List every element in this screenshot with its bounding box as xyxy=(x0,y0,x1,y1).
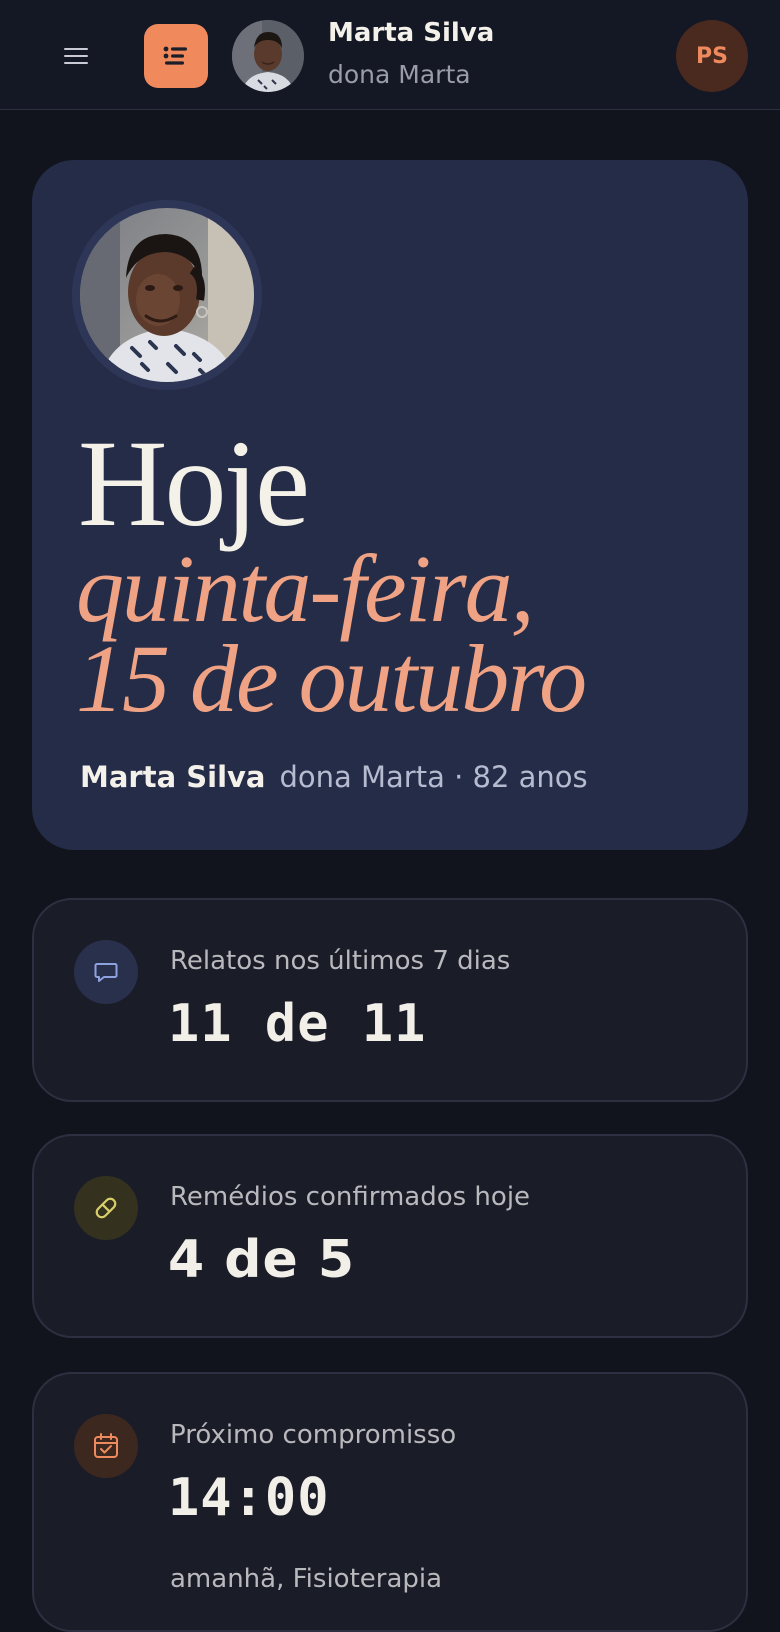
list-button[interactable] xyxy=(144,24,208,88)
reports-value: 11 de 11 xyxy=(168,994,427,1054)
patient-nickname: dona Marta xyxy=(328,60,471,89)
hero-date: quinta-feira, 15 de outubro xyxy=(76,535,587,732)
pill-icon xyxy=(74,1176,138,1240)
next-appointment-time: 14:00 xyxy=(168,1468,330,1528)
hero-patient-meta: Marta Silva dona Marta · 82 anos xyxy=(80,760,588,794)
next-appointment-detail: amanhã, Fisioterapia xyxy=(170,1564,443,1594)
reports-label: Relatos nos últimos 7 dias xyxy=(170,946,511,976)
medications-value: 4 de 5 xyxy=(168,1230,356,1290)
hero-date-weekday: quinta-feira, xyxy=(76,535,535,642)
hero-date-day-month: 15 de outubro xyxy=(76,625,587,732)
reports-card[interactable]: Relatos nos últimos 7 dias 11 de 11 xyxy=(32,898,748,1102)
hero-patient-details: dona Marta · 82 anos xyxy=(279,760,588,794)
list-icon xyxy=(163,46,187,65)
chat-bubble-icon xyxy=(74,940,138,1004)
hero-patient-name: Marta Silva xyxy=(80,760,266,794)
calendar-check-icon xyxy=(74,1414,138,1478)
hamburger-menu-icon[interactable] xyxy=(56,41,96,71)
top-bar: Marta Silva dona Marta PS xyxy=(0,0,780,110)
patient-name: Marta Silva xyxy=(328,18,495,48)
next-appointment-card[interactable]: Próximo compromisso 14:00 amanhã, Fisiot… xyxy=(32,1372,748,1632)
patient-photo xyxy=(80,208,254,382)
next-appointment-label: Próximo compromisso xyxy=(170,1420,457,1450)
user-avatar[interactable]: PS xyxy=(676,20,748,92)
hero-title: Hoje xyxy=(78,415,310,552)
today-hero-card: Hoje quinta-feira, 15 de outubro Marta S… xyxy=(32,160,748,850)
patient-photo-ring xyxy=(72,200,262,390)
patient-photo-thumbnail[interactable] xyxy=(232,20,304,92)
medications-label: Remédios confirmados hoje xyxy=(170,1182,531,1212)
medications-card[interactable]: Remédios confirmados hoje 4 de 5 xyxy=(32,1134,748,1338)
